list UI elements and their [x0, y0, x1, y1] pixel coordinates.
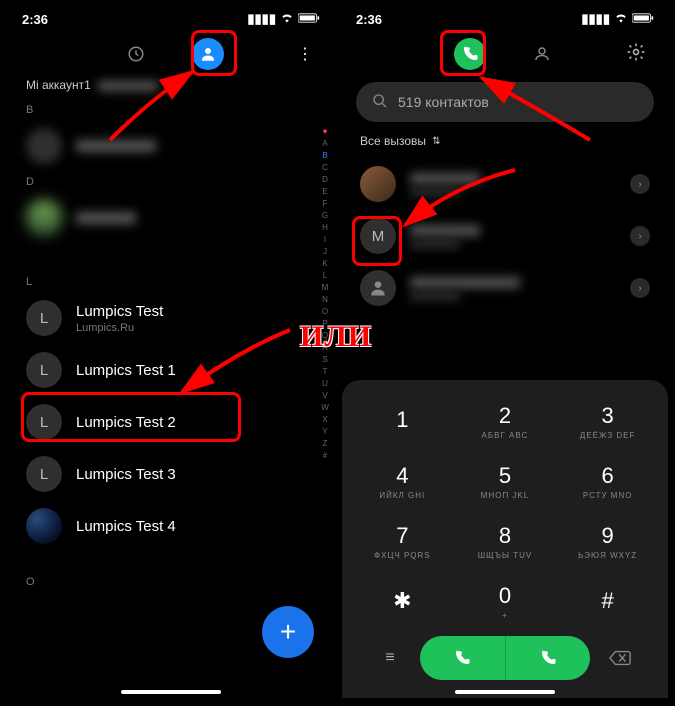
section-O: O	[8, 572, 334, 592]
key-8[interactable]: 8ШЩЪЫ TUV	[455, 512, 556, 570]
tab-row: ⋮	[8, 32, 334, 76]
avatar	[360, 166, 396, 202]
chevron-right-icon[interactable]: ›	[630, 278, 650, 298]
contact-name: Lumpics Test 1	[76, 362, 316, 379]
wifi-icon	[280, 11, 294, 28]
filter-all-calls[interactable]: Все вызовы ⇅	[342, 130, 668, 158]
nav-indicator[interactable]	[121, 690, 221, 694]
tab-recents[interactable]	[120, 38, 152, 70]
key-star[interactable]: ✱	[352, 572, 453, 630]
key-9[interactable]: 9ЬЭЮЯ WXYZ	[557, 512, 658, 570]
contact-name: Lumpics Test	[76, 303, 316, 320]
key-2[interactable]: 2АБВГ ABC	[455, 392, 556, 450]
avatar: L	[26, 352, 62, 388]
contact-name: Lumpics Test 2	[76, 414, 316, 431]
status-time: 2:36	[356, 12, 382, 27]
status-bar: 2:36 ▮▮▮▮	[342, 6, 668, 32]
avatar	[26, 508, 62, 544]
chevron-updown-icon: ⇅	[432, 136, 440, 147]
wifi-icon	[614, 11, 628, 28]
contact-name: Lumpics Test 4	[76, 518, 316, 535]
dialpad: 1 2АБВГ ABC 3ДЕЁЖЗ DEF 4ИЙКЛ GHI 5МНОП J…	[342, 380, 668, 698]
search-text: 519 контактов	[398, 94, 489, 110]
index-favorites-icon[interactable]: ♥	[323, 126, 328, 138]
avatar	[26, 200, 62, 236]
settings-icon[interactable]	[626, 42, 650, 67]
chevron-right-icon[interactable]: ›	[630, 174, 650, 194]
avatar: L	[26, 300, 62, 336]
backspace-icon[interactable]	[590, 650, 650, 666]
tab-contacts[interactable]	[192, 38, 224, 70]
section-D: D	[8, 172, 334, 192]
section-L: L	[8, 272, 334, 292]
avatar: L	[26, 456, 62, 492]
status-icons: ▮▮▮▮	[581, 11, 654, 28]
call-row[interactable]: ›	[342, 158, 668, 210]
call-row-m[interactable]: M ›	[342, 210, 668, 262]
key-hash[interactable]: #	[557, 572, 658, 630]
az-index[interactable]: ♥ ABCDEFGHIJKLMNOPQRSTUVWXYZ#	[318, 126, 332, 462]
signal-icon: ▮▮▮▮	[247, 11, 276, 27]
call-row[interactable]: ›	[342, 262, 668, 314]
search-icon	[372, 93, 388, 112]
add-contact-fab[interactable]: +	[262, 606, 314, 658]
call-sim2[interactable]	[506, 636, 591, 680]
avatar: M	[360, 218, 396, 254]
key-4[interactable]: 4ИЙКЛ GHI	[352, 452, 453, 510]
key-7[interactable]: 7ФХЦЧ PQRS	[352, 512, 453, 570]
chevron-right-icon[interactable]: ›	[630, 226, 650, 246]
call-button[interactable]	[420, 636, 590, 680]
key-1[interactable]: 1	[352, 392, 453, 450]
avatar: L	[26, 404, 62, 440]
avatar	[360, 270, 396, 306]
key-6[interactable]: 6РСТУ MNO	[557, 452, 658, 510]
key-3[interactable]: 3ДЕЁЖЗ DEF	[557, 392, 658, 450]
contact-name: Lumpics Test 3	[76, 466, 316, 483]
contact-row-lumpics-test-2[interactable]: L Lumpics Test 2	[8, 396, 334, 448]
status-bar: 2:36 ▮▮▮▮	[8, 6, 334, 32]
contact-row-lumpics-test-1[interactable]: L Lumpics Test 1	[8, 344, 334, 396]
contact-row-lumpics-test[interactable]: L Lumpics Test Lumpics.Ru	[8, 292, 334, 344]
contact-sub: Lumpics.Ru	[76, 322, 316, 334]
battery-icon	[632, 12, 654, 27]
tab-contacts[interactable]	[526, 38, 558, 70]
battery-icon	[298, 12, 320, 27]
plus-icon: +	[280, 616, 296, 648]
dialpad-menu-icon[interactable]: ≡	[360, 649, 420, 667]
status-icons: ▮▮▮▮	[247, 11, 320, 28]
signal-icon: ▮▮▮▮	[581, 11, 610, 27]
call-sim1[interactable]	[420, 636, 506, 680]
account-label[interactable]: Mi аккаунт1	[8, 76, 334, 100]
contact-row-lumpics-test-3[interactable]: L Lumpics Test 3	[8, 448, 334, 500]
menu-icon[interactable]: ⋮	[292, 44, 316, 64]
dialer-screen: 2:36 ▮▮▮▮ 519 контак	[342, 6, 668, 698]
key-0[interactable]: 0+	[455, 572, 556, 630]
section-B: B	[8, 100, 334, 120]
avatar	[26, 128, 62, 164]
contact-row-lumpics-test-4[interactable]: Lumpics Test 4	[8, 500, 334, 552]
key-5[interactable]: 5МНОП JKL	[455, 452, 556, 510]
contact-row[interactable]	[8, 192, 334, 244]
status-time: 2:36	[22, 12, 48, 27]
tab-dialer[interactable]	[454, 38, 486, 70]
tab-row	[342, 32, 668, 76]
contacts-screen: 2:36 ▮▮▮▮ ⋮ Mi аккаунт1 B	[8, 6, 334, 698]
nav-indicator[interactable]	[455, 690, 555, 694]
contact-row[interactable]	[8, 120, 334, 172]
search-field[interactable]: 519 контактов	[356, 82, 654, 122]
